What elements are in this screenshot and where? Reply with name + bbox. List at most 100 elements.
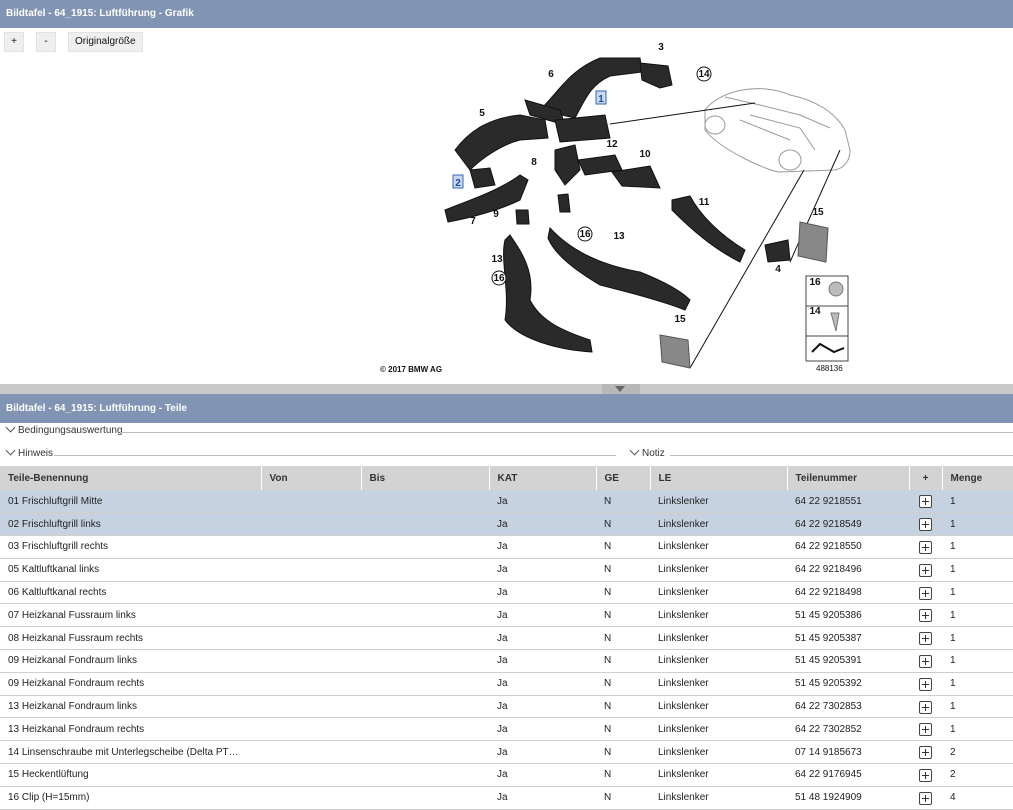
callout-label[interactable]: 16 — [579, 229, 591, 240]
callout-label[interactable]: 14 — [698, 69, 710, 80]
add-icon[interactable] — [919, 632, 932, 646]
add-icon[interactable] — [919, 540, 932, 554]
von-cell — [261, 490, 361, 514]
table-row[interactable]: 07 Heizkanal Fussraum links Ja N Linkslenke… — [0, 603, 1013, 628]
callout-label[interactable]: 6 — [548, 69, 554, 80]
table-row[interactable]: 03 Frischluftgrill rechts Ja N Linkslenker 6… — [0, 535, 1013, 559]
add-icon[interactable] — [919, 654, 932, 668]
table-row[interactable]: 01 Frischluftgrill Mitte Ja N Linkslenker 64… — [0, 490, 1013, 514]
callout-label[interactable]: 10 — [639, 149, 651, 160]
column-header-von[interactable]: Von — [261, 466, 362, 490]
kat-cell: Ja — [489, 581, 596, 605]
callout-label[interactable]: 15 — [812, 207, 824, 218]
column-header-add[interactable]: + — [909, 466, 943, 490]
part-number-cell: 51 45 9205391 — [787, 649, 909, 673]
add-icon[interactable] — [919, 723, 932, 737]
parts-table: Teile-Benennung Von Bis KAT GE LE Teilen… — [0, 466, 1013, 810]
le-cell: Linkslenker — [650, 626, 787, 651]
add-icon[interactable] — [919, 586, 932, 600]
table-row[interactable]: 13 Heizkanal Fondraum rechts Ja N Linkslenk… — [0, 717, 1013, 742]
part-name-cell: 13 Heizkanal Fondraum rechts — [0, 717, 261, 742]
column-header-quantity[interactable]: Menge — [942, 466, 1013, 490]
part-name-cell: 06 Kaltluftkanal rechts — [0, 581, 261, 605]
callout-label[interactable]: 2 — [455, 178, 461, 189]
legend-callout-label[interactable]: 16 — [809, 277, 821, 288]
callout-label[interactable]: 12 — [606, 139, 618, 150]
column-header-ge[interactable]: GE — [596, 466, 651, 490]
callout-label[interactable]: 15 — [674, 314, 686, 325]
callout-label[interactable]: 5 — [479, 108, 485, 119]
kat-cell: Ja — [489, 535, 596, 559]
bis-cell — [361, 672, 489, 696]
part-number-cell: 51 45 9205392 — [787, 672, 909, 696]
callout-label[interactable]: 1 — [598, 94, 604, 105]
part-name-cell: 13 Heizkanal Fondraum links — [0, 695, 261, 719]
table-row[interactable]: 08 Heizkanal Fussraum rechts Ja N Linkslenk… — [0, 626, 1013, 651]
callout-label[interactable]: 16 — [493, 273, 505, 284]
table-row[interactable]: 05 Kaltluftkanal links Ja N Linkslenker 64 2… — [0, 558, 1013, 582]
bis-cell — [361, 603, 489, 628]
callout-label[interactable]: 8 — [531, 157, 537, 168]
column-header-le[interactable]: LE — [650, 466, 788, 490]
von-cell — [261, 581, 361, 605]
add-icon[interactable] — [919, 609, 932, 623]
table-row[interactable]: 16 Clip (H=15mm) Ja N Linkslenker 51 48 1924… — [0, 786, 1013, 810]
callout-label[interactable]: 7 — [470, 216, 476, 227]
bis-cell — [361, 695, 489, 719]
kat-cell: Ja — [489, 512, 596, 537]
part-number-cell: 64 22 9218549 — [787, 512, 909, 537]
ge-cell: N — [596, 695, 650, 719]
column-header-kat[interactable]: KAT — [489, 466, 597, 490]
add-icon[interactable] — [919, 746, 932, 760]
add-icon[interactable] — [919, 768, 932, 782]
table-row[interactable]: 02 Frischluftgrill links Ja N Linkslenker 64… — [0, 512, 1013, 537]
add-icon[interactable] — [919, 791, 932, 805]
table-row[interactable]: 09 Heizkanal Fondraum links Ja N Linkslenke… — [0, 649, 1013, 673]
part-name-cell: 01 Frischluftgrill Mitte — [0, 490, 261, 514]
quantity-cell: 1 — [942, 535, 1013, 559]
add-icon[interactable] — [919, 563, 932, 577]
conditions-section-toggle[interactable]: Bedingungsauswertung — [0, 422, 1013, 445]
kat-cell: Ja — [489, 695, 596, 719]
callout-label[interactable]: 13 — [613, 231, 625, 242]
part-number-cell: 64 22 9218550 — [787, 535, 909, 559]
part-name-cell: 08 Heizkanal Fussraum rechts — [0, 626, 261, 651]
ge-cell: N — [596, 786, 650, 810]
le-cell: Linkslenker — [650, 512, 787, 537]
table-row[interactable]: 14 Linsenschraube mit Unterlegscheibe (D… — [0, 740, 1013, 765]
table-row[interactable]: 06 Kaltluftkanal rechts Ja N Linkslenker 64 … — [0, 581, 1013, 605]
original-size-button[interactable]: Originalgröße — [68, 32, 143, 52]
callout-label[interactable]: 9 — [493, 209, 499, 220]
column-header-part-number[interactable]: Teilenummer — [787, 466, 910, 490]
zoom-in-button[interactable]: + — [4, 32, 24, 52]
add-icon[interactable] — [919, 677, 932, 691]
callout-label[interactable]: 11 — [699, 197, 710, 208]
le-cell: Linkslenker — [650, 490, 787, 514]
callout-label[interactable]: 3 — [658, 42, 664, 53]
quantity-cell: 1 — [942, 490, 1013, 514]
table-row[interactable]: 15 Heckentlüftung Ja N Linkslenker 64 22 917… — [0, 763, 1013, 787]
add-icon[interactable] — [919, 495, 932, 509]
zoom-out-button[interactable]: - — [36, 32, 56, 52]
von-cell — [261, 626, 361, 651]
add-icon[interactable] — [919, 518, 932, 532]
table-row[interactable]: 09 Heizkanal Fondraum rechts Ja N Linkslenk… — [0, 672, 1013, 696]
part-name-cell: 09 Heizkanal Fondraum rechts — [0, 672, 261, 696]
bis-cell — [361, 717, 489, 742]
le-cell: Linkslenker — [650, 558, 787, 582]
column-header-bis[interactable]: Bis — [361, 466, 490, 490]
panel-splitter[interactable] — [0, 384, 1013, 394]
table-row[interactable]: 13 Heizkanal Fondraum links Ja N Linkslenke… — [0, 695, 1013, 719]
part-name-cell: 07 Heizkanal Fussraum links — [0, 603, 261, 628]
add-to-cart-cell — [909, 512, 942, 537]
legend-callout-label[interactable]: 14 — [809, 306, 821, 317]
callout-label[interactable]: 4 — [775, 264, 781, 275]
column-header-name[interactable]: Teile-Benennung — [0, 466, 262, 490]
add-to-cart-cell — [909, 603, 942, 628]
le-cell: Linkslenker — [650, 695, 787, 719]
note-section-toggle[interactable]: Notiz — [624, 445, 1013, 468]
add-icon[interactable] — [919, 700, 932, 714]
note-label: Notiz — [642, 448, 665, 459]
ge-cell: N — [596, 672, 650, 696]
callout-label[interactable]: 13 — [491, 254, 503, 265]
